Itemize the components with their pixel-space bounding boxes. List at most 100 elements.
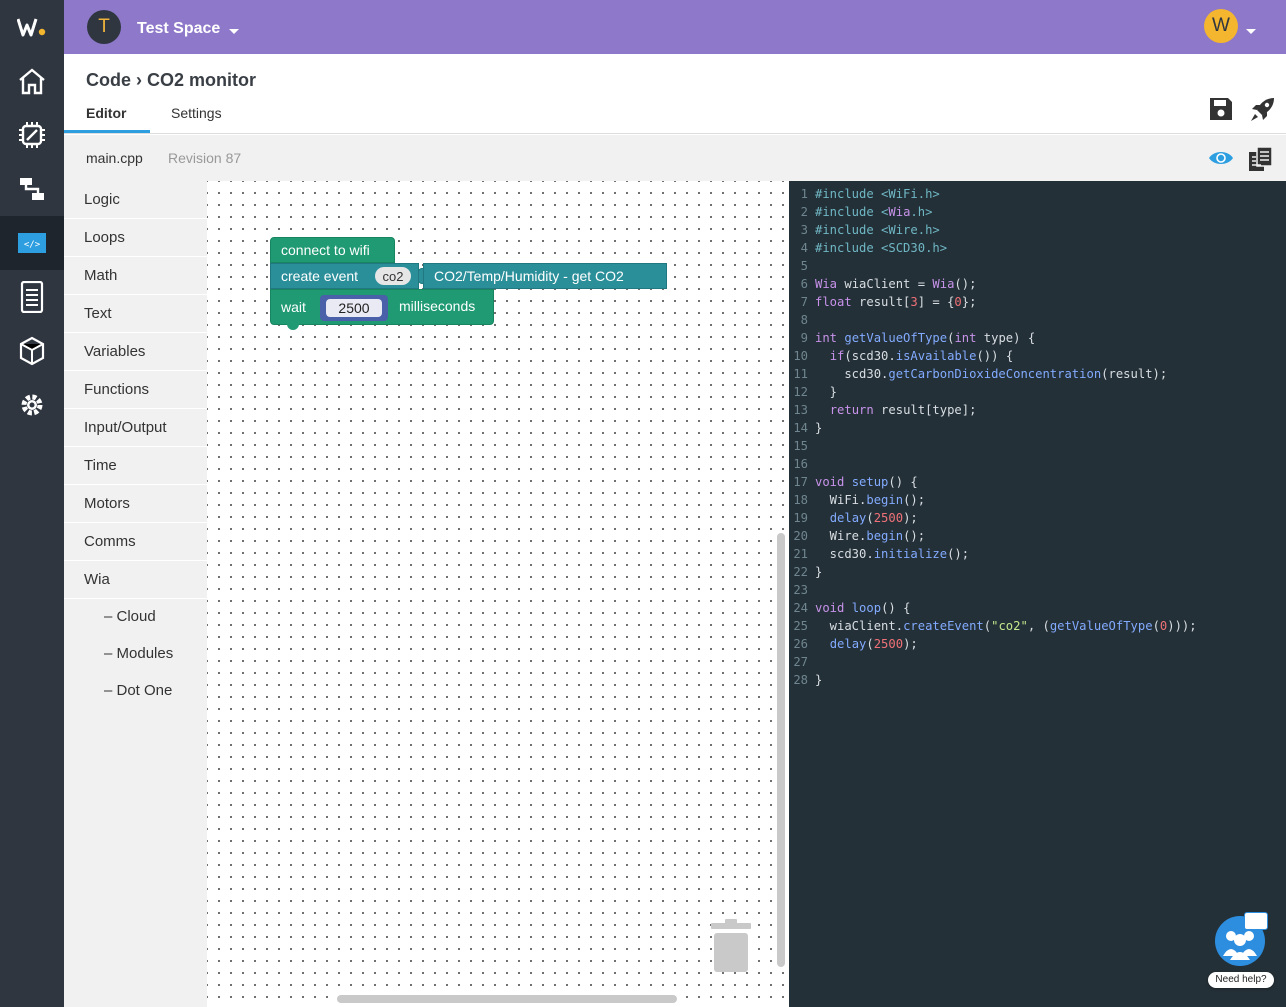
code-line: 4 #include <SCD30.h> [789,239,947,257]
category-variables[interactable]: Variables [64,333,207,371]
breadcrumb: Code › CO2 monitor [86,70,256,90]
line-number: 10 [793,349,808,363]
gear-icon[interactable] [0,378,64,432]
category-logic[interactable]: Logic [64,181,207,219]
event-value-block[interactable]: CO2/Temp/Humidity - get CO2 [423,263,667,289]
code-line: 10 if(scd30.isAvailable()) { [789,347,1013,365]
help-widget[interactable]: Need help? [1208,912,1278,992]
wait-unit-label: milliseconds [399,298,476,314]
line-number: 23 [793,583,808,597]
code-line: 17 void setup() { [789,473,918,491]
subcategory-cloud[interactable]: – Cloud [64,598,207,635]
block-label: create event [281,268,359,284]
top-bar: T Test Space W [64,0,1286,54]
code-text: WiFi.begin(); [815,493,926,507]
subcategory-dot-one[interactable]: – Dot One [64,672,207,709]
page-header: Code › CO2 monitor Editor Settings [64,54,1286,134]
connect-wifi-block[interactable]: connect to wifi [270,237,395,263]
horizontal-scrollbar[interactable] [337,995,677,1003]
home-icon[interactable] [0,54,64,108]
line-number: 7 [800,295,808,309]
code-line: 14} [789,419,822,437]
code-text: int getValueOfType(int type) { [815,331,1036,345]
category-time[interactable]: Time [64,447,207,485]
line-number: 19 [793,511,808,525]
code-line: 27 [789,653,815,671]
code-text: void setup() { [815,475,918,489]
user-avatar[interactable]: W [1204,9,1238,43]
code-line: 6 Wia wiaClient = Wia(); [789,275,977,293]
vertical-scrollbar[interactable] [777,533,785,967]
code-text: delay(2500); [829,637,918,651]
code-line: 2 #include <Wia.h> [789,203,933,221]
line-number: 18 [793,493,808,507]
line-number: 20 [793,529,808,543]
code-line: 19 delay(2500); [789,509,918,527]
code-line: 21 scd30.initialize(); [789,545,969,563]
code-line: 25 wiaClient.createEvent("co2", (getValu… [789,617,1197,635]
category-math[interactable]: Math [64,257,207,295]
revision-label: Revision 87 [168,150,242,166]
widgets-icon[interactable] [0,324,64,378]
copy-icon[interactable] [1248,146,1274,172]
category-functions[interactable]: Functions [64,371,207,409]
trash-icon[interactable] [710,919,752,973]
block-category-list: Logic Loops Math Text Variables Function… [64,181,207,1007]
code-line: 11 scd30.getCarbonDioxideConcentration(r… [789,365,1167,383]
code-line: 7 float result[3] = {0}; [789,293,977,311]
category-loops[interactable]: Loops [64,219,207,257]
chat-bubble-icon [1244,912,1268,930]
code-text: } [815,421,823,435]
line-number: 12 [793,385,808,399]
devices-icon[interactable] [0,108,64,162]
category-motors[interactable]: Motors [64,485,207,523]
category-wia[interactable]: Wia [64,561,207,599]
code-text: delay(2500); [829,511,918,525]
flows-icon[interactable] [0,162,64,216]
code-line: 5 [789,257,815,275]
code-text: scd30.initialize(); [815,547,970,561]
block-label: wait [281,299,306,315]
line-number: 5 [800,259,808,273]
chevron-down-icon[interactable] [229,29,239,34]
rocket-icon[interactable] [1248,96,1276,124]
code-line: 24 void loop() { [789,599,910,617]
chevron-down-icon[interactable] [1246,29,1256,34]
category-comms[interactable]: Comms [64,523,207,561]
line-number: 6 [800,277,808,291]
code-line: 12 } [789,383,837,401]
code-line: 8 [789,311,815,329]
code-preview[interactable]: 1 #include <WiFi.h> 2 #include <Wia.h> 3 #inc… [789,181,1286,1007]
code-line: 26 delay(2500); [789,635,918,653]
wait-number-block[interactable]: 2500 [320,295,388,321]
eye-icon[interactable] [1208,149,1234,167]
wia-logo[interactable] [0,0,64,54]
category-text[interactable]: Text [64,295,207,333]
line-number: 9 [800,331,808,345]
line-number: 4 [800,241,808,255]
space-switcher[interactable]: Test Space [137,20,220,38]
event-name-field[interactable]: co2 [375,267,411,285]
line-number: 13 [793,403,808,417]
tab-settings[interactable]: Settings [171,105,222,121]
code-icon[interactable]: </> [0,216,64,270]
space-avatar[interactable]: T [87,10,121,44]
file-name[interactable]: main.cpp [86,150,143,166]
block-workspace[interactable]: connect to wifi create event co2 CO2/Tem… [207,181,789,1007]
wait-number-field[interactable]: 2500 [326,299,382,317]
code-line: 3 #include <Wire.h> [789,221,940,239]
code-text: #include <WiFi.h> [815,187,940,201]
line-number: 27 [793,655,808,669]
tab-editor[interactable]: Editor [86,105,126,121]
save-icon[interactable] [1208,96,1234,122]
category-input-output[interactable]: Input/Output [64,409,207,447]
dashboards-icon[interactable] [0,270,64,324]
line-number: 22 [793,565,808,579]
code-text: wiaClient.createEvent("co2", (getValueOf… [815,619,1197,633]
line-number: 8 [800,313,808,327]
code-line: 28} [789,671,822,689]
code-text: } [815,565,823,579]
subcategory-modules[interactable]: – Modules [64,635,207,672]
code-text: Wia wiaClient = Wia(); [815,277,977,291]
code-text: void loop() { [815,601,911,615]
